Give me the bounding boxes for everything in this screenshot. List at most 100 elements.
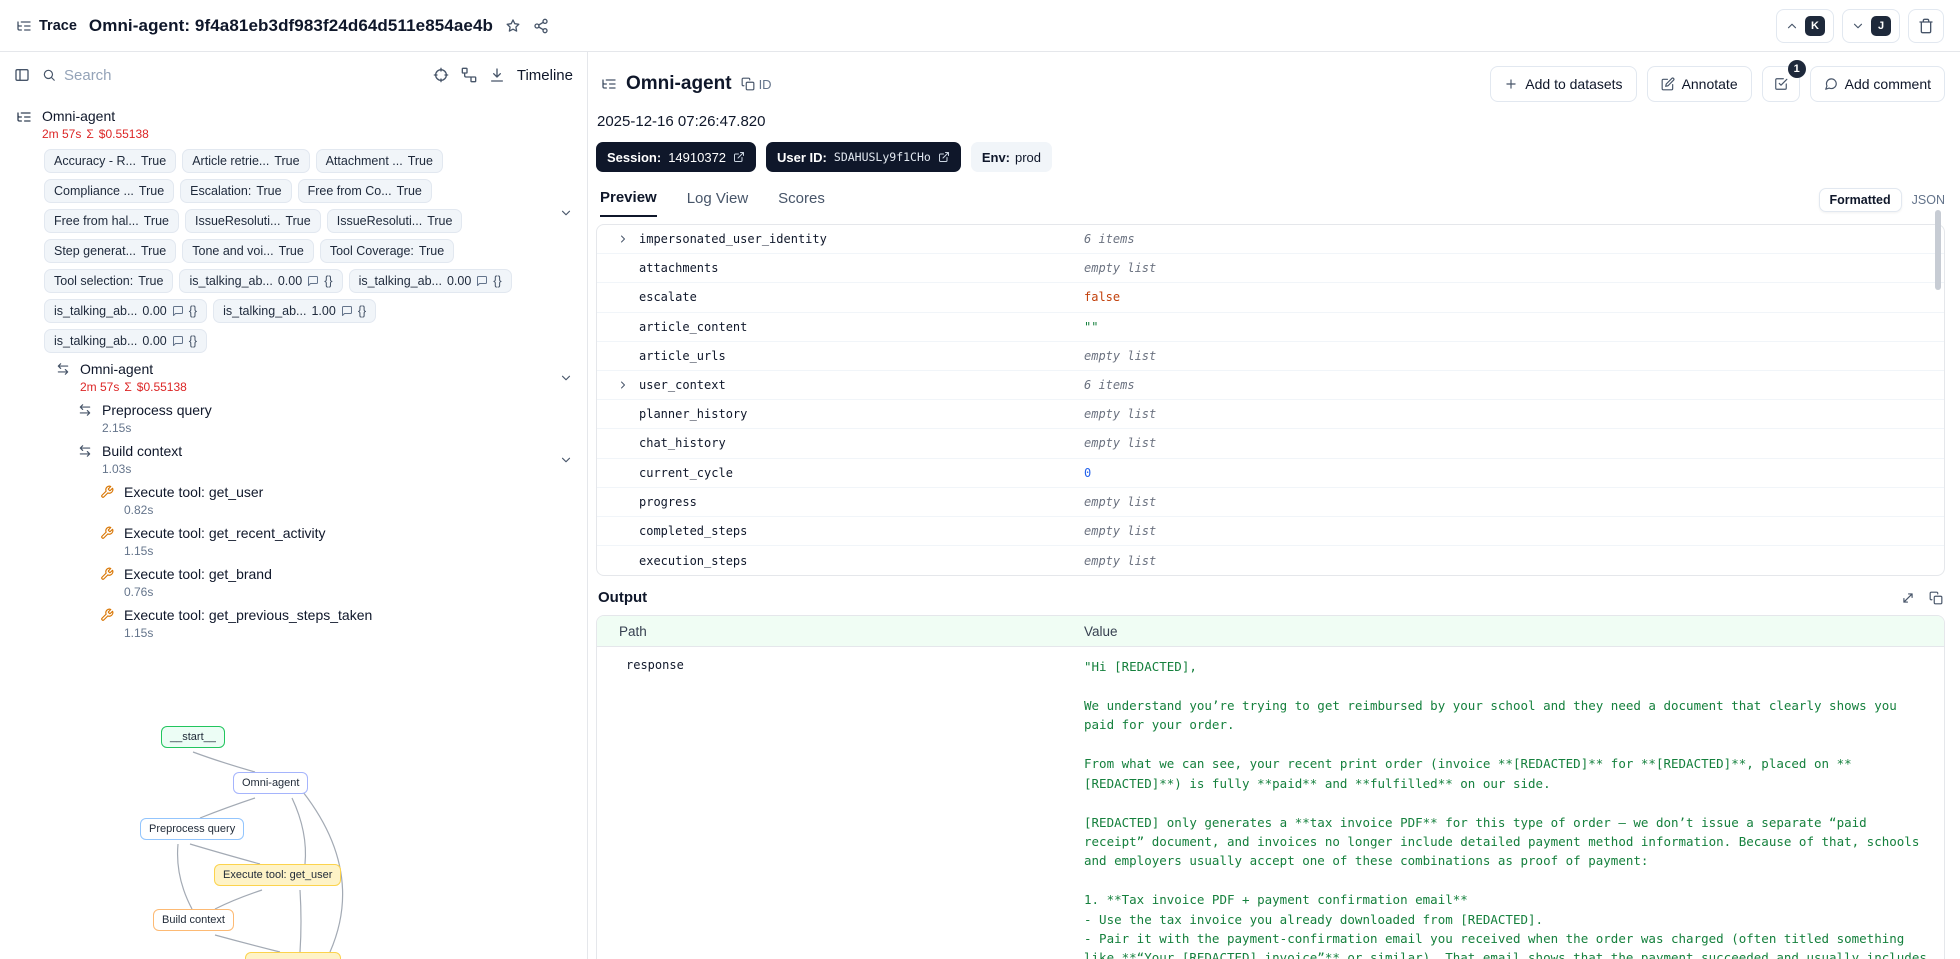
add-to-datasets-button[interactable]: Add to datasets: [1490, 66, 1637, 102]
score-value: True: [141, 244, 167, 258]
scrollbar-thumb[interactable]: [1935, 210, 1941, 290]
copy-output-icon[interactable]: [1929, 591, 1943, 605]
score-chip[interactable]: Attachment ... True: [315, 149, 443, 173]
shortcut-keycap-k: K: [1805, 15, 1825, 36]
copy-icon: [741, 77, 755, 91]
id-label: ID: [758, 76, 772, 92]
input-table-row: article_urls empty list: [597, 342, 1944, 371]
comment-bubble-icon: [172, 335, 184, 347]
field-key: user_context: [639, 378, 726, 393]
score-chip[interactable]: IssueResoluti... True: [326, 209, 463, 233]
tree-root-item[interactable]: Omni-agent 2m 57s Σ $0.55138: [0, 104, 587, 145]
trace-label: Trace: [39, 17, 77, 34]
score-chip[interactable]: IssueResoluti... True: [185, 209, 321, 233]
observation-title: Omni-agent: [626, 73, 732, 94]
next-trace-button[interactable]: J: [1842, 8, 1900, 43]
graph-edges: [176, 751, 344, 953]
graph-node[interactable]: __start__: [161, 726, 225, 748]
expand-icon[interactable]: [1901, 591, 1915, 605]
input-table-row: progress empty list: [597, 488, 1944, 517]
tree-tool-item[interactable]: Execute tool: get_user 0.82s: [0, 480, 587, 521]
score-chip[interactable]: Compliance ... True: [44, 179, 175, 203]
tree-tool-item[interactable]: Execute tool: get_recent_activity 1.15s: [0, 521, 587, 562]
score-chip[interactable]: Tone and voi... True: [182, 239, 314, 263]
field-value: empty list: [1084, 348, 1157, 363]
output-table-header: Path Value: [597, 616, 1944, 648]
score-chip[interactable]: Step generat... True: [44, 239, 177, 263]
download-icon[interactable]: [489, 67, 505, 83]
copy-id-button[interactable]: ID: [741, 77, 772, 92]
json-toggle[interactable]: JSON: [1912, 193, 1945, 207]
formatted-toggle[interactable]: Formatted: [1818, 188, 1902, 212]
score-chip[interactable]: is_talking_ab... 1.00 {}: [213, 299, 377, 323]
score-name: Step generat...: [54, 244, 137, 258]
score-chip[interactable]: Article retrie... True: [182, 149, 310, 173]
input-table-row[interactable]: impersonated_user_identity 6 items: [597, 225, 1944, 255]
score-chip[interactable]: Free from hal... True: [44, 209, 179, 233]
graph-node[interactable]: Build context: [153, 909, 234, 931]
score-value: True: [138, 184, 165, 198]
collapse-sidebar-icon[interactable]: [14, 67, 30, 83]
annotation-queue-button[interactable]: 1: [1761, 60, 1806, 102]
prev-trace-button[interactable]: K: [1776, 8, 1834, 43]
span-duration: 0.76s: [124, 585, 154, 599]
session-badge[interactable]: Session: 14910372: [596, 142, 757, 172]
score-chip[interactable]: Tool Coverage: True: [319, 239, 455, 263]
response-value: "Hi [REDACTED], We understand you’re try…: [1084, 659, 1927, 959]
score-chip[interactable]: is_talking_ab... 0.00 {}: [179, 269, 343, 293]
score-chip[interactable]: is_talking_ab... 0.00 {}: [44, 329, 208, 353]
score-chip[interactable]: Escalation: True: [180, 179, 292, 203]
trash-icon: [1918, 18, 1934, 34]
score-chip[interactable]: Accuracy - R... True: [44, 149, 177, 173]
sigma-icon: Σ: [86, 127, 94, 141]
trace-root-icon: [16, 109, 32, 125]
tree-span-item[interactable]: Preprocess query 2.15s: [0, 398, 587, 439]
user-id-label: User ID:: [777, 149, 827, 165]
tree-span-item[interactable]: Build context 1.03s: [0, 439, 587, 480]
tree-agent-item[interactable]: Omni-agent 2m 57s Σ $0.55138: [0, 357, 587, 398]
collapse-agent-chevron[interactable]: [559, 371, 573, 385]
tab-preview[interactable]: Preview: [600, 189, 657, 217]
add-comment-button[interactable]: Add comment: [1809, 66, 1945, 102]
search-input[interactable]: [64, 66, 421, 84]
input-table-row: current_cycle 0: [597, 459, 1944, 488]
arrows-left-right-icon: [78, 444, 92, 458]
detail-tabs: Preview Log View Scores Formatted JSON: [596, 188, 1945, 218]
delete-trace-button[interactable]: [1908, 8, 1944, 43]
graph-node[interactable]: Omni-agent: [233, 772, 309, 794]
score-name: is_talking_ab...: [189, 274, 273, 288]
score-chip[interactable]: Free from Co... True: [297, 179, 432, 203]
tree-tool-item[interactable]: Execute tool: get_brand 0.76s: [0, 562, 587, 603]
timeline-toggle[interactable]: Timeline: [517, 67, 573, 84]
search-box[interactable]: [42, 66, 421, 84]
annotate-button[interactable]: Annotate: [1646, 66, 1752, 102]
score-chip[interactable]: is_talking_ab... 0.00 {}: [44, 299, 208, 323]
response-key: response: [626, 658, 684, 673]
chevron-down-icon[interactable]: [559, 453, 573, 467]
score-name: Tool selection:: [54, 274, 134, 288]
input-table-row[interactable]: user_context 6 items: [597, 371, 1944, 401]
collapse-root-chevron[interactable]: [559, 206, 573, 220]
bookmark-star-icon[interactable]: [505, 18, 521, 34]
graph-node[interactable]: [245, 952, 341, 959]
graph-node[interactable]: Execute tool: get_user: [214, 864, 342, 886]
score-chip[interactable]: Tool selection: True: [44, 269, 174, 293]
chevron-right-icon[interactable]: [617, 379, 629, 391]
root-duration: 2m 57s: [42, 127, 82, 141]
score-value: True: [140, 154, 167, 168]
graph-node[interactable]: Preprocess query: [140, 818, 245, 840]
tree-tool-item[interactable]: Execute tool: get_previous_steps_taken 1.…: [0, 603, 587, 638]
user-id-badge[interactable]: User ID: SDAHUSLy9f1CHo: [766, 142, 961, 172]
chevron-right-icon[interactable]: [617, 233, 629, 245]
tab-log-view[interactable]: Log View: [687, 190, 748, 216]
score-value: True: [274, 154, 300, 168]
view-options-icon[interactable]: [461, 67, 477, 83]
tab-scores[interactable]: Scores: [778, 190, 825, 216]
chevron-up-icon: [1785, 19, 1799, 33]
score-name: Tool Coverage:: [329, 244, 414, 258]
score-chip[interactable]: is_talking_ab... 0.00 {}: [348, 269, 512, 293]
share-icon[interactable]: [533, 18, 549, 34]
score-metadata: {}: [188, 304, 198, 318]
focus-current-icon[interactable]: [433, 67, 449, 83]
queue-count-badge: 1: [1787, 60, 1806, 78]
